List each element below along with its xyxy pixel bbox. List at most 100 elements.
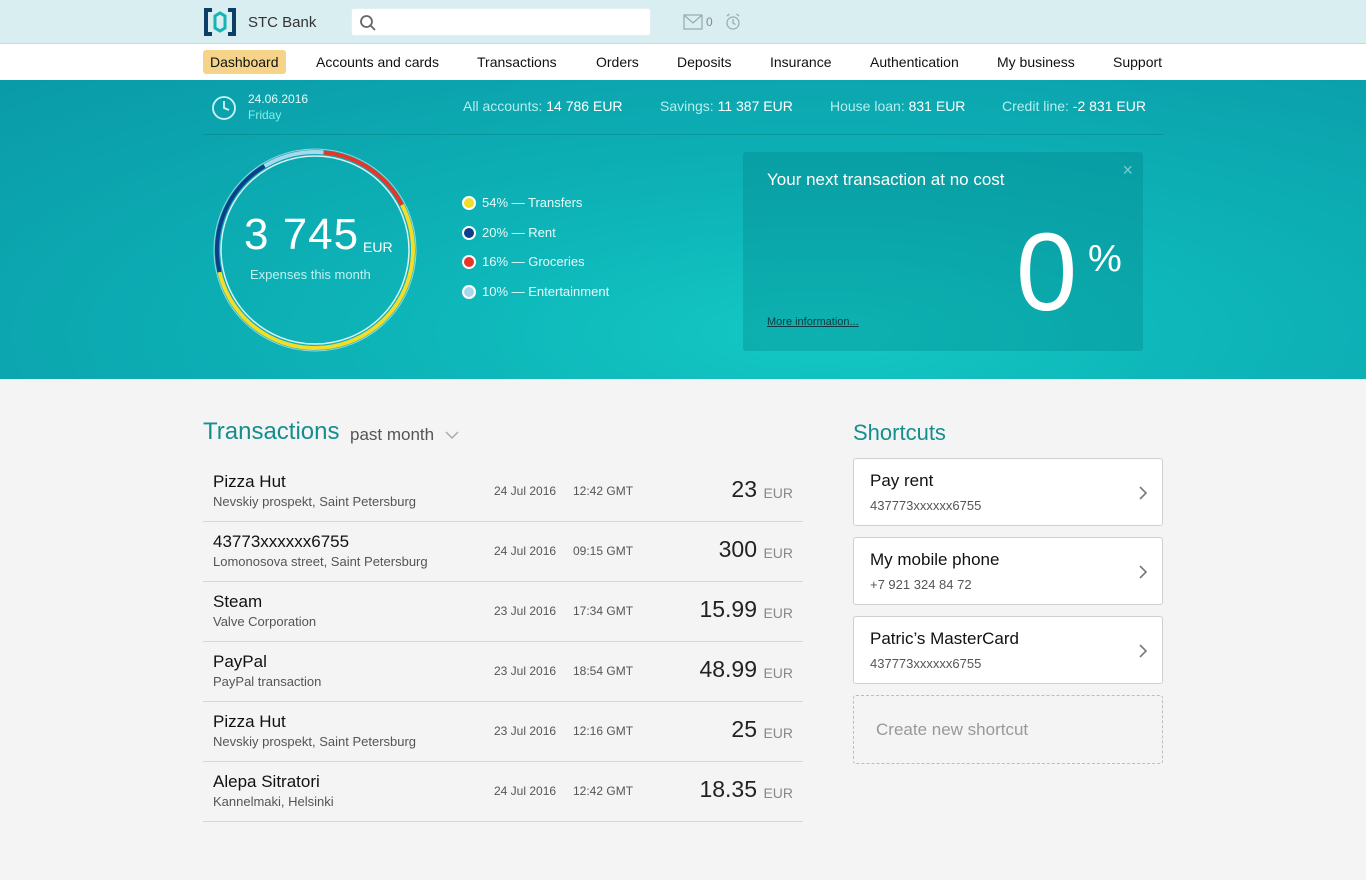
legend-label: 54% — Transfers [482, 195, 583, 210]
transaction-time: 12:42 GMT [573, 784, 634, 798]
legend-groceries: 16% — Groceries [462, 254, 585, 269]
transaction-currency: EUR [763, 485, 793, 501]
shortcut-mastercard[interactable]: Patric’s MasterCard 437773xxxxxx6755 [853, 616, 1163, 684]
expenses-amount: 3 745 [244, 210, 360, 259]
nav-orders[interactable]: Orders [596, 50, 639, 74]
shortcut-detail: 437773xxxxxx6755 [870, 498, 982, 513]
nav-deposits[interactable]: Deposits [677, 50, 731, 74]
nav-my-business[interactable]: My business [997, 50, 1075, 74]
nav-dashboard[interactable]: Dashboard [203, 50, 286, 74]
promo-value: 0 [1016, 211, 1078, 334]
shortcut-pay-rent[interactable]: Pay rent 437773xxxxxx6755 [853, 458, 1163, 526]
account-credit-line[interactable]: Credit line: -2 831 EUR [1002, 98, 1146, 114]
transaction-row[interactable]: Steam Valve Corporation 23 Jul 2016 17:3… [203, 582, 803, 642]
promo-unit: % [1088, 238, 1122, 280]
transaction-row[interactable]: PayPal PayPal transaction 23 Jul 2016 18… [203, 642, 803, 702]
search-icon [360, 15, 376, 31]
mail-count: 0 [706, 15, 713, 29]
transaction-time: 09:15 GMT [573, 544, 634, 558]
transaction-name: Pizza Hut [213, 712, 286, 731]
transaction-amount: 48.99 [699, 656, 757, 682]
legend-entertainment: 10% — Entertainment [462, 284, 609, 299]
transaction-amount: 18.35 [699, 776, 757, 802]
promo-title: Your next transaction at no cost [767, 170, 1005, 189]
legend-dot [462, 226, 476, 240]
create-shortcut-label: Create new shortcut [876, 720, 1029, 739]
period-select[interactable]: past month [350, 425, 434, 445]
transaction-time: 12:42 GMT [573, 484, 634, 498]
shortcut-name: Patric’s MasterCard [870, 629, 1019, 648]
transaction-date: 24 Jul 2016 [494, 784, 557, 798]
account-savings[interactable]: Savings: 11 387 EUR [660, 98, 793, 114]
account-value: 14 786 EUR [546, 98, 623, 114]
transactions-title: Transactions [203, 418, 340, 445]
logo-icon[interactable] [203, 7, 237, 37]
more-info-link[interactable]: More information... [767, 316, 859, 328]
account-value: 11 387 EUR [717, 98, 793, 114]
brand-name: STC Bank [248, 14, 317, 31]
transaction-currency: EUR [763, 605, 793, 621]
shortcut-detail: 437773xxxxxx6755 [870, 656, 982, 671]
transaction-name: Steam [213, 592, 263, 611]
transaction-currency: EUR [763, 665, 793, 681]
transaction-place: Nevskiy prospekt, Saint Petersburg [213, 734, 417, 749]
transaction-date: 23 Jul 2016 [494, 724, 557, 738]
transaction-amount: 25 [731, 716, 757, 742]
create-shortcut-button[interactable]: Create new shortcut [853, 695, 1163, 764]
account-value: 831 EUR [908, 98, 966, 114]
dashboard-summary: 24.06.2016 Friday All accounts: 14 786 E… [0, 80, 1366, 379]
transaction-row[interactable]: 43773xxxxxx6755 Lomonosova street, Saint… [203, 522, 803, 582]
transaction-row[interactable]: Pizza Hut Nevskiy prospekt, Saint Peters… [203, 702, 803, 762]
transaction-place: PayPal transaction [213, 674, 322, 689]
transaction-row[interactable]: Pizza Hut Nevskiy prospekt, Saint Peters… [203, 462, 803, 522]
nav-support[interactable]: Support [1113, 50, 1162, 74]
expenses-caption: Expenses this month [250, 267, 371, 282]
transactions-list: Pizza Hut Nevskiy prospekt, Saint Peters… [203, 462, 803, 822]
transaction-date: 23 Jul 2016 [494, 664, 557, 678]
expenses-currency: EUR [363, 239, 393, 255]
legend-label: 10% — Entertainment [482, 284, 610, 299]
account-label: Credit line: [1002, 98, 1069, 114]
main-nav: Dashboard Accounts and cards Transaction… [0, 44, 1366, 80]
search-input[interactable] [351, 8, 651, 36]
legend-dot [462, 255, 476, 269]
chevron-right-icon [1139, 644, 1148, 658]
transaction-name: Alepa Sitratori [213, 772, 320, 791]
transaction-name: PayPal [213, 652, 267, 671]
transaction-time: 18:54 GMT [573, 664, 634, 678]
nav-insurance[interactable]: Insurance [770, 50, 831, 74]
nav-authentication[interactable]: Authentication [870, 50, 959, 74]
account-label: All accounts: [463, 98, 543, 114]
nav-accounts-and-cards[interactable]: Accounts and cards [316, 50, 439, 74]
transaction-date: 23 Jul 2016 [494, 604, 557, 618]
nav-transactions[interactable]: Transactions [477, 50, 557, 74]
promo-card: Your next transaction at no cost × More … [743, 152, 1143, 351]
legend-transfers: 54% — Transfers [462, 195, 582, 210]
transaction-currency: EUR [763, 725, 793, 741]
transaction-amount: 300 [718, 536, 757, 562]
transaction-time: 17:34 GMT [573, 604, 634, 618]
chevron-right-icon [1139, 565, 1148, 579]
chevron-down-icon[interactable] [444, 428, 460, 442]
legend-dot [462, 285, 476, 299]
transaction-row[interactable]: Alepa Sitratori Kannelmaki, Helsinki 24 … [203, 762, 803, 822]
mail-icon[interactable] [683, 14, 703, 30]
chevron-right-icon [1139, 486, 1148, 500]
hero-divider [203, 134, 1164, 135]
transaction-place: Kannelmaki, Helsinki [213, 794, 334, 809]
close-icon[interactable]: × [1122, 160, 1133, 181]
shortcut-name: My mobile phone [870, 550, 1000, 569]
donut-segment-groceries [323, 150, 404, 206]
current-weekday: Friday [248, 108, 282, 122]
account-house-loan[interactable]: House loan: 831 EUR [830, 98, 965, 114]
transaction-currency: EUR [763, 785, 793, 801]
legend-rent: 20% — Rent [462, 225, 556, 240]
shortcuts-title: Shortcuts [853, 420, 946, 445]
legend-label: 16% — Groceries [482, 254, 585, 269]
account-label: House loan: [830, 98, 905, 114]
transaction-time: 12:16 GMT [573, 724, 634, 738]
account-all[interactable]: All accounts: 14 786 EUR [463, 98, 623, 114]
transaction-place: Nevskiy prospekt, Saint Petersburg [213, 494, 417, 509]
alarm-icon[interactable] [725, 13, 741, 31]
shortcut-my-mobile-phone[interactable]: My mobile phone +7 921 324 84 72 [853, 537, 1163, 605]
